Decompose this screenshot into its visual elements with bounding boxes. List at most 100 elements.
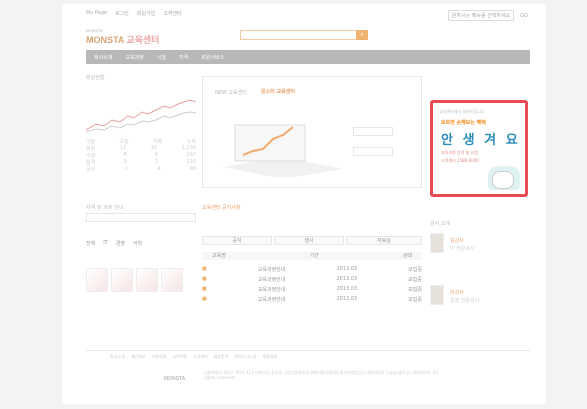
top-link-mypage[interactable]: My Page: [86, 10, 107, 17]
left-tab-all[interactable]: 전체: [86, 240, 95, 247]
menu-select[interactable]: 원하시는 메뉴를 선택하세요: [447, 10, 515, 21]
footer-link[interactable]: 채용정보: [263, 354, 278, 360]
left-section-title: 회원현황: [86, 75, 105, 81]
thumbnail[interactable]: [161, 268, 183, 292]
nav-item-exam[interactable]: 시험: [157, 54, 166, 61]
thumbnail-strip: [86, 268, 196, 294]
footer-logo: MONSTA: [164, 376, 186, 382]
ad-banner[interactable]: 교육센터에서 알려드립니다 모르면 손해보는 혜택 안 생 겨 요 교육과정 문…: [430, 100, 528, 197]
nav-item-license[interactable]: 자격: [179, 54, 188, 61]
thumbnail[interactable]: [86, 268, 108, 292]
table-cell: 모집중: [408, 266, 422, 273]
table-cell: 교육과정안내: [257, 286, 286, 293]
banner-button-2[interactable]: [353, 147, 393, 156]
news-table: ■ 교육과정안내 2013.03 모집중 ■ 교육과정안내 2013.03 모집…: [202, 264, 422, 304]
stats-row: 수강 8 6 567: [86, 152, 196, 159]
stats-cell: 어제: [153, 139, 163, 145]
left-tab-language[interactable]: 어학: [133, 240, 142, 247]
logo[interactable]: MONSTA MONSTA 교육센터: [86, 28, 159, 46]
top-link-support[interactable]: 고객센터: [163, 10, 181, 17]
banner-title: NEW 교육센터: [215, 90, 247, 96]
stats-row: 문의 1 4 98: [86, 166, 196, 173]
footer-link[interactable]: 이용약관: [151, 354, 166, 360]
main-nav: 회사소개 교육과정 시험 자격 회원서비스: [86, 50, 530, 64]
top-link-login[interactable]: 로그인: [115, 10, 129, 17]
person-card[interactable]: 김강사 IT 전문강사: [430, 231, 528, 283]
stats-cell: 누적: [186, 139, 196, 145]
person-name: 김강사: [450, 238, 464, 244]
table-cell: 교육과정안내: [257, 266, 286, 273]
tab-notice[interactable]: 공지: [202, 236, 272, 245]
tab-archive[interactable]: 자료실: [346, 236, 422, 245]
person-desc: IT 전문강사: [450, 246, 475, 252]
table-cell: 모집중: [408, 296, 422, 303]
bullet-icon: ■: [202, 296, 207, 302]
logo-top: MONSTA: [86, 28, 104, 33]
tab-event[interactable]: 행사: [274, 236, 344, 245]
header-cell: 교육명: [212, 253, 226, 259]
stats-cell: 회원: [86, 146, 96, 152]
bullet-icon: ■: [202, 276, 207, 282]
mini-chart-icon: [86, 99, 196, 133]
footer-link[interactable]: 찾아오시는길: [234, 354, 256, 360]
top-link-join[interactable]: 회원가입: [137, 10, 155, 17]
license-select[interactable]: [86, 213, 196, 222]
person-card[interactable]: 이강사 경영 전문강사: [430, 283, 528, 335]
footer-link[interactable]: 사이트맵: [172, 354, 187, 360]
footer-link[interactable]: 고객센터: [193, 354, 208, 360]
stats-cell: 567: [186, 152, 196, 158]
top-right: 원하시는 메뉴를 선택하세요 GO: [447, 10, 528, 21]
table-row[interactable]: ■ 교육과정안내 2013.03 모집중: [202, 264, 422, 274]
nav-item-courses[interactable]: 교육과정: [125, 54, 143, 61]
stats-cell: 합격: [86, 160, 96, 166]
footer-link[interactable]: 회사소개: [110, 354, 125, 360]
left-tab-management[interactable]: 경영: [116, 240, 125, 247]
thumbnail[interactable]: [136, 268, 158, 292]
table-cell: 2013.03: [336, 286, 358, 292]
person-desc: 경영 전문강사: [450, 298, 480, 304]
stats-cell: 6: [154, 152, 159, 158]
go-button[interactable]: GO: [520, 13, 528, 19]
table-cell: 모집중: [408, 276, 422, 283]
right-column: 강사 소개 김강사 IT 전문강사 이강사 경영 전문강사: [430, 220, 528, 350]
search-icon[interactable]: ⌕: [356, 30, 368, 40]
table-row[interactable]: ■ 교육과정안내 2013.03 모집중: [202, 284, 422, 294]
stats-cell: 3: [123, 159, 127, 165]
stats-row: 합격 3 2 210: [86, 159, 196, 166]
stats-cell: 10: [150, 145, 158, 151]
page: My Page 로그인 회원가입 고객센터 원하시는 메뉴를 선택하세요 GO …: [62, 4, 546, 404]
bullet-icon: ■: [202, 266, 207, 272]
stats-cell: 8: [123, 152, 127, 158]
banner-button-1[interactable]: [353, 127, 393, 136]
stats-cell: 오늘: [119, 139, 129, 145]
center-banner[interactable]: NEW 교육센터 몬스타 교육센터: [202, 76, 422, 188]
ad-line-1: 교육과정 문의 및 신청: [441, 150, 478, 155]
left-tabs: 전체 IT 경영 어학: [86, 240, 142, 247]
table-cell: 2013.03: [336, 296, 358, 302]
bullet-icon: ■: [202, 286, 207, 292]
footer-link[interactable]: 제휴문의: [214, 354, 229, 360]
stats-cell: 1: [124, 166, 128, 172]
ad-line-2: 고객센터 1588-0000: [441, 158, 479, 163]
footer-text: 서울특별시 OO구 OO로 123 대표이사 홍길동 사업자등록번호 000-0…: [204, 370, 438, 380]
logo-sub: 교육센터: [126, 35, 160, 45]
nav-item-services[interactable]: 회원서비스: [201, 54, 224, 61]
header-cell: 기간: [309, 253, 319, 259]
table-row[interactable]: ■ 교육과정안내 2013.03 모집중: [202, 294, 422, 304]
footer-link[interactable]: 개인정보: [131, 354, 146, 360]
banner-orange: 몬스타 교육센터: [261, 89, 295, 95]
footer-divider: [86, 350, 530, 351]
footer-links: 회사소개 개인정보 이용약관 사이트맵 고객센터 제휴문의 찾아오시는길 채용정…: [110, 354, 530, 360]
table-cell: 모집중: [408, 286, 422, 293]
left-tab-it[interactable]: IT: [103, 240, 108, 247]
avatar: [430, 233, 444, 253]
logo-main: MONSTA: [86, 35, 125, 45]
right-title: 강사 소개: [430, 221, 450, 227]
thumbnail[interactable]: [111, 268, 133, 292]
stats-cell: 문의: [86, 167, 96, 173]
stats-cell: 2: [154, 159, 159, 165]
table-row[interactable]: ■ 교육과정안내 2013.03 모집중: [202, 274, 422, 284]
ad-orange: 모르면 손해보는 혜택: [441, 120, 486, 126]
nav-item-company[interactable]: 회사소개: [94, 54, 112, 61]
search-input[interactable]: [240, 30, 358, 40]
